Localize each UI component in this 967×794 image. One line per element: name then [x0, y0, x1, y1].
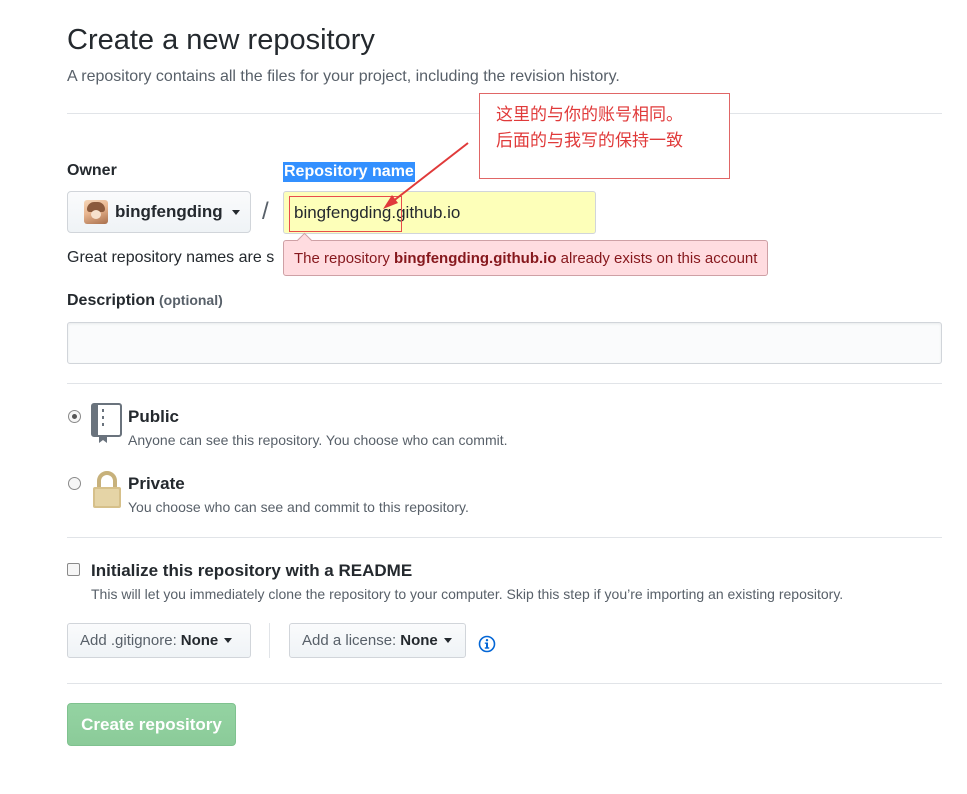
repository-name-hint: Great repository names are s: [67, 249, 275, 266]
repository-name-input[interactable]: [283, 191, 596, 234]
repository-name-label: Repository name: [283, 162, 415, 182]
annotation-line-1: 这里的与你的账号相同。: [496, 105, 683, 125]
description-label-text: Description: [67, 292, 156, 309]
owner-repo-separator: /: [262, 198, 269, 225]
readme-title: Initialize this repository with a README: [91, 561, 413, 580]
error-text-prefix: The repository: [294, 249, 395, 267]
chevron-down-icon: [443, 638, 452, 643]
owner-name: bingfengding: [115, 202, 223, 221]
divider: [67, 383, 942, 384]
optional-tag: (optional): [159, 292, 223, 308]
gitignore-value: None: [180, 632, 219, 649]
license-value: None: [400, 632, 438, 649]
annotation-note: 这里的与你的账号相同。 后面的与我写的保持一致: [479, 93, 730, 179]
readme-checkbox[interactable]: [67, 563, 80, 576]
divider: [67, 683, 942, 684]
lock-icon: [91, 470, 123, 515]
info-icon[interactable]: [478, 635, 496, 658]
chevron-down-icon: [231, 209, 240, 215]
public-title: Public: [128, 407, 180, 426]
annotation-line-2: 后面的与我写的保持一致: [496, 131, 683, 151]
public-description: Anyone can see this repository. You choo…: [128, 432, 508, 448]
create-repository-button[interactable]: Create repository: [67, 703, 236, 746]
private-description: You choose who can see and commit to thi…: [128, 499, 469, 515]
chevron-down-icon: [224, 638, 233, 643]
private-radio[interactable]: [68, 477, 81, 490]
owner-dropdown[interactable]: bingfengding: [67, 191, 251, 233]
repository-exists-error: The repository bingfengding.github.io al…: [283, 240, 769, 276]
public-radio[interactable]: [68, 410, 81, 423]
gitignore-dropdown[interactable]: Add .gitignore: None: [67, 623, 251, 658]
owner-label: Owner: [67, 162, 117, 179]
license-prefix: Add a license:: [302, 632, 397, 649]
page-subtitle: A repository contains all the files for …: [67, 68, 620, 85]
private-title: Private: [128, 474, 185, 493]
avatar: [84, 200, 108, 224]
error-repo-name: bingfengding.github.io: [394, 249, 557, 267]
page-title: Create a new repository: [67, 24, 375, 56]
license-dropdown[interactable]: Add a license: None: [289, 623, 466, 658]
description-label: Description (optional): [67, 292, 223, 310]
book-icon: [91, 403, 123, 448]
divider: [67, 537, 942, 538]
readme-description: This will let you immediately clone the …: [91, 586, 844, 602]
error-text-suffix: already exists on this account: [556, 249, 758, 267]
description-input[interactable]: [67, 322, 942, 364]
divider: [269, 623, 270, 658]
gitignore-prefix: Add .gitignore:: [80, 632, 177, 649]
